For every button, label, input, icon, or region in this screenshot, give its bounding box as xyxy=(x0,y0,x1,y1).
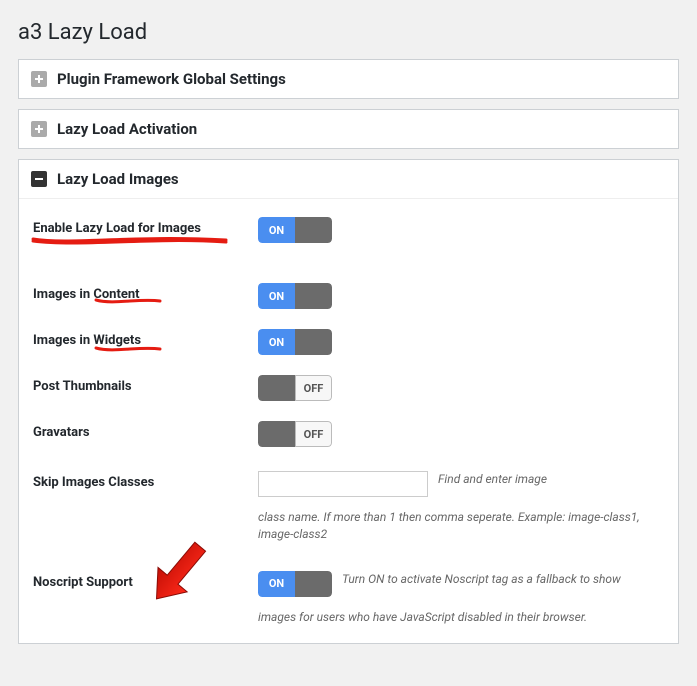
toggle-on-label: ON xyxy=(258,217,295,243)
panel-framework-header[interactable]: Plugin Framework Global Settings xyxy=(19,60,678,98)
help-noscript-block: images for users who have JavaScript dis… xyxy=(258,609,664,626)
label-images-widgets: Images in Widgets xyxy=(33,329,258,348)
help-noscript-inline: Turn ON to activate Noscript tag as a fa… xyxy=(342,571,664,588)
toggle-images-content[interactable]: ON xyxy=(258,283,332,309)
panel-images-body: Enable Lazy Load for Images ON Images in… xyxy=(19,198,678,643)
row-gravatars: Gravatars OFF xyxy=(19,411,678,457)
panel-images-title: Lazy Load Images xyxy=(57,170,179,188)
label-gravatars: Gravatars xyxy=(33,421,258,440)
toggle-handle xyxy=(295,283,332,309)
panel-images: Lazy Load Images Enable Lazy Load for Im… xyxy=(18,159,679,644)
toggle-enable-images[interactable]: ON xyxy=(258,217,332,243)
panel-activation: Lazy Load Activation xyxy=(18,109,679,149)
toggle-handle xyxy=(295,329,332,355)
row-enable-images: Enable Lazy Load for Images ON xyxy=(19,203,678,257)
panel-activation-title: Lazy Load Activation xyxy=(57,120,197,138)
panel-activation-header[interactable]: Lazy Load Activation xyxy=(19,110,678,148)
toggle-gravatars[interactable]: OFF xyxy=(258,421,332,447)
toggle-handle xyxy=(258,421,295,447)
panel-images-header[interactable]: Lazy Load Images xyxy=(19,160,678,198)
label-post-thumbnails: Post Thumbnails xyxy=(33,375,258,394)
toggle-on-label: ON xyxy=(258,283,295,309)
help-skip-classes-block: class name. If more than 1 then comma se… xyxy=(258,509,664,543)
toggle-handle xyxy=(258,375,295,401)
expand-icon xyxy=(31,71,47,87)
page-title: a3 Lazy Load xyxy=(18,10,679,59)
help-skip-classes-inline: Find and enter image xyxy=(438,471,664,488)
toggle-off-label: OFF xyxy=(295,421,332,447)
panel-framework-title: Plugin Framework Global Settings xyxy=(57,70,286,88)
toggle-on-label: ON xyxy=(258,571,295,597)
label-noscript: Noscript Support xyxy=(33,571,258,590)
toggle-handle xyxy=(295,571,332,597)
label-images-content: Images in Content xyxy=(33,283,258,302)
toggle-on-label: ON xyxy=(258,329,295,355)
row-images-widgets: Images in Widgets ON xyxy=(19,319,678,365)
label-skip-classes: Skip Images Classes xyxy=(33,471,258,490)
toggle-off-label: OFF xyxy=(295,375,332,401)
toggle-handle xyxy=(295,217,332,243)
toggle-post-thumbnails[interactable]: OFF xyxy=(258,375,332,401)
collapse-icon xyxy=(31,171,47,187)
toggle-images-widgets[interactable]: ON xyxy=(258,329,332,355)
expand-icon xyxy=(31,121,47,137)
row-post-thumbnails: Post Thumbnails OFF xyxy=(19,365,678,411)
input-skip-classes[interactable] xyxy=(258,471,428,497)
label-enable-images: Enable Lazy Load for Images xyxy=(33,217,258,236)
toggle-noscript[interactable]: ON xyxy=(258,571,332,597)
panel-framework: Plugin Framework Global Settings xyxy=(18,59,679,99)
row-skip-classes: Skip Images Classes Find and enter image… xyxy=(19,457,678,557)
row-noscript: Noscript Support ON Turn ON to activate … xyxy=(19,557,678,640)
row-images-content: Images in Content ON xyxy=(19,257,678,319)
